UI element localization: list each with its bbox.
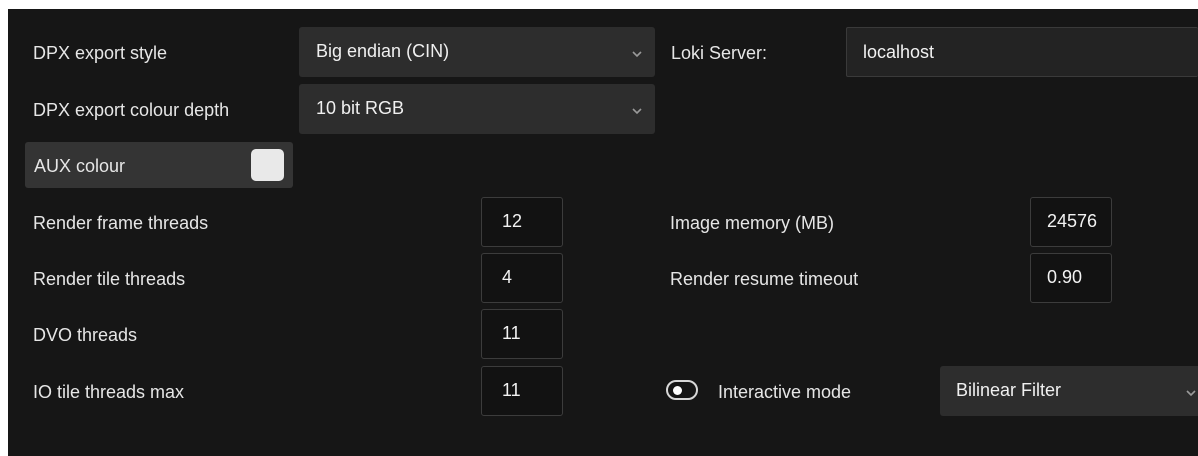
io-tile-threads-value: 11 bbox=[502, 380, 521, 400]
render-tile-threads-label: Render tile threads bbox=[33, 269, 186, 289]
image-memory-input[interactable]: 24576 bbox=[1030, 197, 1112, 247]
io-tile-threads-label: IO tile threads max bbox=[33, 382, 185, 402]
aux-colour-swatch[interactable] bbox=[251, 149, 284, 181]
interactive-filter-dropdown[interactable]: Bilinear Filter bbox=[940, 366, 1198, 416]
preferences-panel: DPX export style Big endian (CIN) Loki S… bbox=[8, 9, 1198, 456]
dpx-colour-depth-value: 10 bit RGB bbox=[316, 98, 405, 118]
chevron-down-icon bbox=[632, 51, 642, 58]
render-resume-timeout-value: 0.90 bbox=[1047, 267, 1083, 287]
dpx-colour-depth-label: DPX export colour depth bbox=[33, 100, 230, 120]
dvo-threads-value: 11 bbox=[502, 323, 521, 343]
render-frame-threads-value: 12 bbox=[502, 211, 523, 231]
chevron-down-icon bbox=[1186, 390, 1196, 397]
render-frame-threads-input[interactable]: 12 bbox=[481, 197, 563, 247]
dpx-colour-depth-dropdown[interactable]: 10 bit RGB bbox=[299, 84, 655, 134]
loki-server-label: Loki Server: bbox=[671, 43, 768, 63]
dpx-export-style-label: DPX export style bbox=[33, 43, 168, 63]
dvo-threads-input[interactable]: 11 bbox=[481, 309, 563, 359]
aux-colour-label: AUX colour bbox=[34, 156, 126, 176]
dvo-threads-label: DVO threads bbox=[33, 325, 138, 345]
toggle-knob bbox=[673, 386, 682, 395]
render-tile-threads-value: 4 bbox=[502, 267, 513, 287]
loki-server-value: localhost bbox=[863, 42, 935, 62]
render-frame-threads-label: Render frame threads bbox=[33, 213, 209, 233]
interactive-mode-label: Interactive mode bbox=[718, 382, 852, 402]
chevron-down-icon bbox=[632, 108, 642, 115]
dpx-export-style-dropdown[interactable]: Big endian (CIN) bbox=[299, 27, 655, 77]
interactive-filter-value: Bilinear Filter bbox=[956, 380, 1062, 400]
dpx-export-style-value: Big endian (CIN) bbox=[316, 41, 450, 61]
io-tile-threads-input[interactable]: 11 bbox=[481, 366, 563, 416]
interactive-mode-toggle[interactable] bbox=[666, 380, 698, 400]
aux-colour-button[interactable]: AUX colour bbox=[25, 142, 293, 188]
render-resume-timeout-input[interactable]: 0.90 bbox=[1030, 253, 1112, 303]
render-tile-threads-input[interactable]: 4 bbox=[481, 253, 563, 303]
loki-server-input[interactable]: localhost bbox=[846, 27, 1198, 77]
render-resume-timeout-label: Render resume timeout bbox=[670, 269, 859, 289]
image-memory-label: Image memory (MB) bbox=[670, 213, 835, 233]
image-memory-value: 24576 bbox=[1047, 211, 1098, 231]
